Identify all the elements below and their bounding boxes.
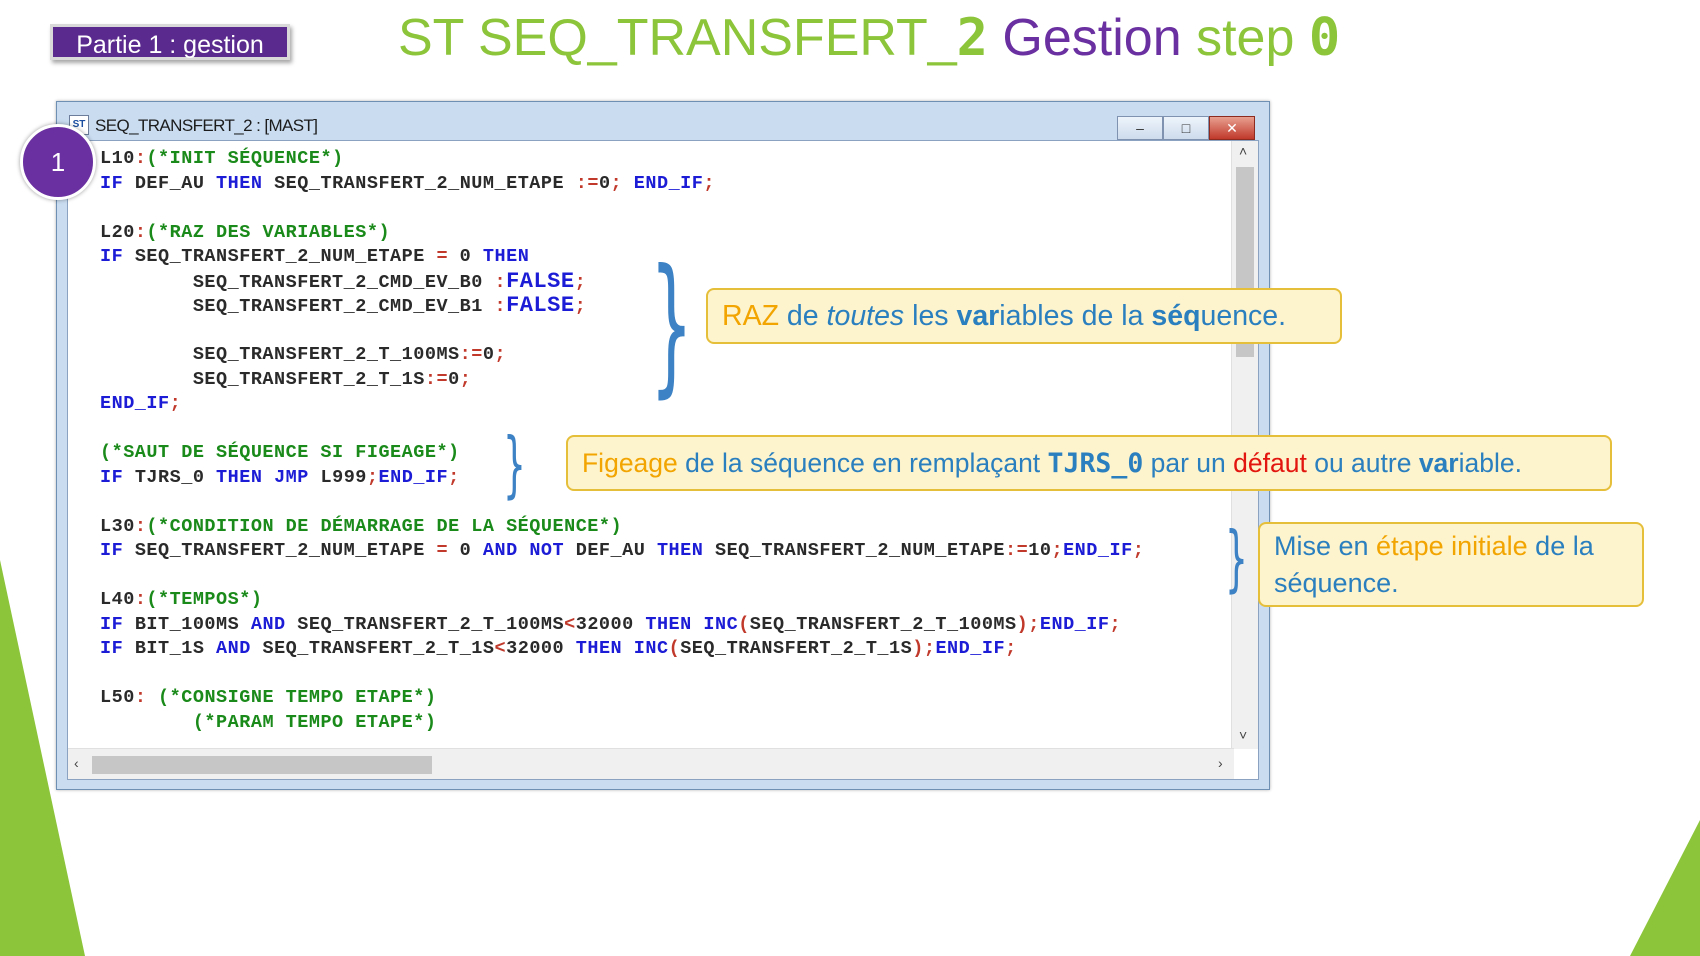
note-figeage-w4: par un — [1143, 448, 1234, 478]
note-figeage-w8: iable. — [1458, 448, 1522, 478]
scroll-down-icon[interactable]: ˅ — [1239, 727, 1247, 743]
code-line: L50: (*CONSIGNE TEMPO ETAPE*) — [100, 687, 437, 708]
code-line: IF SEQ_TRANSFERT_2_NUM_ETAPE = 0 THEN — [100, 246, 530, 267]
note-raz-w8: uence. — [1200, 300, 1287, 332]
note-figeage-w2: de la séquence en remplaçant — [677, 448, 1048, 478]
note-raz-w4: les — [904, 300, 957, 332]
close-icon: ✕ — [1226, 119, 1238, 136]
scroll-left-icon[interactable]: ‹ — [74, 755, 79, 771]
code-line: L30:(*CONDITION DE DÉMARRAGE DE LA SÉQUE… — [100, 515, 623, 537]
note-figeage-w6: ou autre — [1306, 448, 1419, 478]
note-figeage: Figeage de la séquence en remplaçant TJR… — [566, 435, 1612, 491]
code-line: END_IF; — [100, 393, 182, 414]
note-mise-w1: Mise en — [1274, 531, 1377, 561]
note-figeage-w1: Figeage — [582, 448, 678, 478]
note-figeage-w7: var — [1418, 448, 1459, 478]
code-line: SEQ_TRANSFERT_2_T_100MS:=0; — [100, 344, 507, 365]
horizontal-scroll-thumb[interactable] — [92, 756, 432, 774]
minimize-icon: – — [1136, 120, 1144, 136]
note-raz-w2: de — [779, 300, 827, 332]
note-mise-w3: de la — [1527, 531, 1594, 561]
maximize-icon: □ — [1181, 120, 1191, 136]
code-line: IF BIT_100MS AND SEQ_TRANSFERT_2_T_100MS… — [100, 613, 1122, 635]
code-line: SEQ_TRANSFERT_2_T_1S:=0; — [100, 368, 472, 390]
close-button[interactable]: ✕ — [1209, 116, 1255, 140]
code-line: (*PARAM TEMPO ETAPE*) — [192, 711, 437, 733]
note-mise-w2: étape initiale — [1376, 531, 1528, 561]
horizontal-scrollbar[interactable]: ‹ › — [68, 748, 1234, 779]
code-line: L10:(*INIT SÉQUENCE*) — [100, 148, 344, 169]
step-number-badge: 1 — [20, 124, 96, 200]
note-raz-w7: séq — [1151, 300, 1201, 332]
note-figeage-w5: défaut — [1233, 448, 1307, 478]
code-line: L40:(*TEMPOS*) — [100, 589, 263, 610]
note-figeage-w3: TJRS_0 — [1047, 448, 1144, 479]
green-triangle-right — [1630, 820, 1700, 956]
note-raz: RAZ de toutes les variables de la séquen… — [706, 288, 1342, 344]
note-raz-w1: RAZ — [722, 300, 779, 332]
note-mise-w4: séquence. — [1274, 568, 1399, 598]
title-gestion: Gestion — [987, 9, 1182, 67]
window-titlebar[interactable]: ST SEQ_TRANSFERT_2 : [MAST] – □ ✕ — [67, 110, 1259, 140]
code-line: IF DEF_AU THEN SEQ_TRANSFERT_2_NUM_ETAPE… — [100, 172, 715, 194]
title-zero: 0 — [1308, 8, 1341, 68]
code-line: IF BIT_1S AND SEQ_TRANSFERT_2_T_1S<32000… — [100, 638, 1017, 659]
scroll-right-icon[interactable]: › — [1218, 755, 1223, 771]
scroll-up-icon[interactable]: ˄ — [1239, 143, 1247, 159]
note-raz-w5: var — [956, 300, 1000, 332]
maximize-button[interactable]: □ — [1163, 116, 1209, 140]
note-raz-w6: iables de la — [999, 300, 1152, 332]
brace-mise: } — [1225, 516, 1248, 600]
window-title: SEQ_TRANSFERT_2 : [MAST] — [95, 116, 318, 135]
title-prefix: ST SEQ_TRANSFERT_ — [398, 9, 957, 67]
minimize-button[interactable]: – — [1117, 116, 1163, 140]
page-title: ST SEQ_TRANSFERT_2 Gestion step 0 — [398, 6, 1340, 70]
title-step: step — [1181, 9, 1309, 67]
note-raz-w3: toutes — [826, 300, 905, 332]
part-badge: Partie 1 : gestion — [50, 24, 290, 60]
brace-figeage: } — [503, 422, 526, 506]
brace-raz: } — [650, 238, 693, 412]
note-mise: Mise en étape initiale de la séquence. — [1258, 522, 1644, 607]
code-line: L20:(*RAZ DES VARIABLES*) — [100, 221, 391, 243]
code-line: IF SEQ_TRANSFERT_2_NUM_ETAPE = 0 AND NOT… — [100, 540, 1145, 561]
title-number: 2 — [956, 8, 988, 68]
